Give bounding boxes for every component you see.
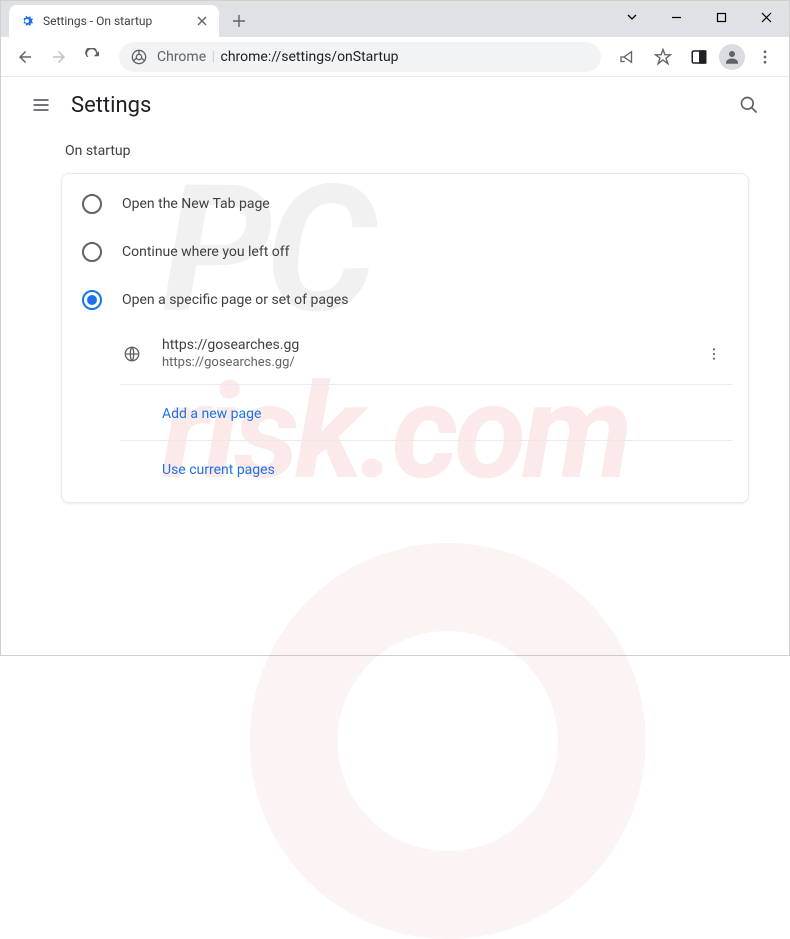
- section-title: On startup: [65, 143, 749, 159]
- search-icon[interactable]: [729, 85, 769, 125]
- radio-open-new-tab[interactable]: Open the New Tab page: [62, 180, 748, 228]
- gear-icon: [19, 13, 35, 29]
- content-area: On startup Open the New Tab page Continu…: [1, 133, 789, 533]
- page-title: Settings: [71, 93, 151, 118]
- radio-label: Open a specific page or set of pages: [122, 292, 348, 308]
- radio-specific-pages[interactable]: Open a specific page or set of pages: [62, 276, 748, 324]
- new-tab-button[interactable]: [225, 7, 253, 35]
- maximize-button[interactable]: [699, 1, 744, 33]
- radio-icon: [82, 194, 102, 214]
- globe-icon: [122, 344, 142, 364]
- bookmark-icon[interactable]: [647, 41, 679, 73]
- chevron-down-icon[interactable]: [609, 1, 654, 33]
- profile-avatar[interactable]: [719, 44, 745, 70]
- settings-header: Settings: [1, 77, 789, 133]
- radio-label: Continue where you left off: [122, 244, 290, 260]
- link-label: Use current pages: [162, 462, 275, 478]
- title-bar: Settings - On startup: [1, 1, 789, 37]
- radio-icon: [82, 242, 102, 262]
- kebab-menu-icon[interactable]: [749, 41, 781, 73]
- side-panel-icon[interactable]: [683, 41, 715, 73]
- reload-button[interactable]: [77, 41, 109, 73]
- hamburger-icon[interactable]: [21, 85, 61, 125]
- settings-card: Open the New Tab page Continue where you…: [61, 173, 749, 503]
- page-info: https://gosearches.gg https://gosearches…: [162, 336, 696, 371]
- link-label: Add a new page: [162, 406, 261, 422]
- page-name: https://gosearches.gg: [162, 336, 696, 354]
- back-button[interactable]: [9, 41, 41, 73]
- page-kebab-icon[interactable]: [696, 336, 732, 372]
- close-tab-icon[interactable]: [195, 14, 209, 28]
- radio-label: Open the New Tab page: [122, 196, 270, 212]
- forward-button[interactable]: [43, 41, 75, 73]
- close-window-button[interactable]: [744, 1, 789, 33]
- browser-tab[interactable]: Settings - On startup: [9, 5, 219, 37]
- startup-page-row: https://gosearches.gg https://gosearches…: [120, 324, 732, 385]
- radio-continue[interactable]: Continue where you left off: [62, 228, 748, 276]
- omnibox-text: Chrome | chrome://settings/onStartup: [157, 49, 399, 65]
- chrome-icon: [131, 49, 147, 65]
- page-url: https://gosearches.gg/: [162, 355, 696, 372]
- share-icon[interactable]: [611, 41, 643, 73]
- minimize-button[interactable]: [654, 1, 699, 33]
- toolbar: Chrome | chrome://settings/onStartup: [1, 37, 789, 77]
- tab-title: Settings - On startup: [43, 14, 187, 28]
- radio-icon: [82, 290, 102, 310]
- add-new-page-link[interactable]: Add a new page: [120, 385, 732, 441]
- window-controls: [609, 1, 789, 33]
- use-current-pages-link[interactable]: Use current pages: [120, 441, 732, 496]
- startup-pages-panel: https://gosearches.gg https://gosearches…: [120, 324, 748, 496]
- address-bar[interactable]: Chrome | chrome://settings/onStartup: [119, 42, 601, 72]
